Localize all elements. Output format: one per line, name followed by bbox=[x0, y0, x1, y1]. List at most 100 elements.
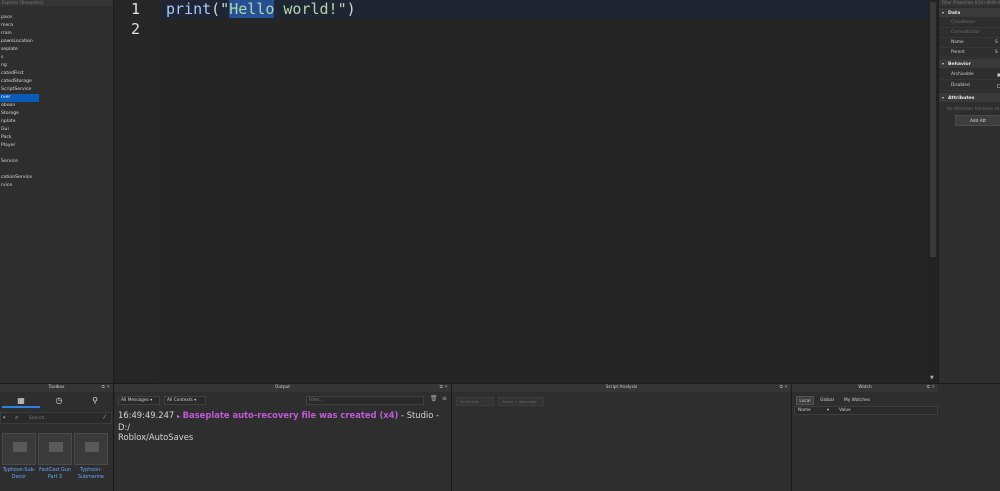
explorer-item[interactable]: rrain bbox=[0, 30, 114, 38]
explorer-item[interactable]: seplate bbox=[0, 46, 114, 54]
explorer-item[interactable]: ng bbox=[0, 62, 114, 70]
prop-value[interactable]: S bbox=[995, 48, 998, 57]
panel-window-buttons[interactable]: ⧉ ✕ bbox=[780, 384, 788, 392]
toolbox-tabs: ▦ ◷ ⚲ bbox=[0, 394, 114, 408]
script-editor[interactable]: 1 2 print("Hello world!") ▼ bbox=[114, 0, 938, 383]
explorer-item[interactable]: cationService bbox=[0, 174, 114, 182]
line-gutter: 1 2 bbox=[114, 0, 156, 383]
toolbox-item-label[interactable]: FastCast Gun Part 3 bbox=[37, 467, 73, 481]
prop-value[interactable]: S bbox=[995, 38, 998, 47]
output-filter-input[interactable]: Filter... bbox=[306, 396, 424, 405]
category-dropdown-icon[interactable]: ▾ bbox=[3, 415, 6, 421]
errors-warnings-button[interactable]: Errors + Warnings bbox=[498, 397, 544, 406]
script-analysis-titlebar: Script Analysis ⧉ ✕ bbox=[452, 384, 791, 392]
section-label: Behavior bbox=[948, 62, 971, 67]
section-behavior[interactable]: ▾ Behavior bbox=[939, 59, 1000, 68]
expand-arrow-icon[interactable]: ▸ bbox=[177, 413, 180, 420]
model-thumbnail bbox=[13, 442, 27, 452]
toolbox-search[interactable]: ▾ ⌕ Search ⁄ bbox=[0, 412, 112, 424]
explorer-item[interactable] bbox=[0, 166, 114, 174]
properties-filter[interactable]: Filter Properties (Ctrl+Shift+P) bbox=[939, 0, 1000, 6]
explorer-item[interactable]: pawnLocation bbox=[0, 38, 114, 46]
search-input[interactable]: Search bbox=[29, 416, 44, 421]
tab-local[interactable]: Local bbox=[796, 396, 814, 405]
log-message: Baseplate auto-recovery file was created… bbox=[182, 410, 399, 420]
all-scripts-button[interactable]: All Scripts bbox=[456, 397, 494, 406]
scroll-down-icon[interactable]: ▼ bbox=[930, 375, 934, 381]
explorer-item[interactable]: rver bbox=[0, 94, 39, 102]
prop-label: Disabled bbox=[951, 83, 970, 88]
section-data[interactable]: ▾ Data bbox=[939, 8, 1000, 17]
toolbox-item-label[interactable]: Typhoon-Sub-Decor bbox=[1, 467, 37, 481]
tab-my-watches[interactable]: My Watches bbox=[841, 396, 873, 405]
toolbox-item-thumb[interactable] bbox=[2, 433, 36, 465]
explorer-item[interactable]: catedStorage bbox=[0, 78, 114, 86]
explorer-header: Explorer [Baseplate] bbox=[0, 0, 113, 6]
section-attributes[interactable]: ▾ Attributes bbox=[939, 93, 1000, 102]
panel-window-buttons[interactable]: ⧉ ✕ bbox=[927, 384, 935, 392]
explorer-item[interactable]: Storage bbox=[0, 110, 114, 118]
editor-scrollbar[interactable]: ▼ bbox=[928, 0, 938, 383]
toolbox-item-thumb[interactable] bbox=[74, 433, 108, 465]
column-sort-icon[interactable]: ▾ bbox=[827, 407, 829, 415]
code-token-open: (" bbox=[211, 0, 230, 18]
explorer-item[interactable]: Gui bbox=[0, 126, 114, 134]
prop-row-currenteditor: CurrentEditor bbox=[939, 28, 1000, 38]
bottom-panels: Toolbox ⧉ ✕ ▦ ◷ ⚲ ▾ ⌕ Search ⁄ Typhoon-Su… bbox=[0, 383, 1000, 491]
model-thumbnail bbox=[49, 442, 63, 452]
toolbox-item-thumb[interactable] bbox=[38, 433, 72, 465]
log-timestamp: 16:49:49.247 bbox=[118, 410, 175, 420]
output-panel: Output ⧉ ✕ All Messages ▾ All Contexts ▾ … bbox=[114, 384, 452, 491]
prop-row-name[interactable]: Name S bbox=[939, 38, 1000, 48]
prop-label: CurrentEditor bbox=[951, 30, 980, 35]
grid-icon[interactable]: ▦ bbox=[2, 394, 40, 408]
panel-window-buttons[interactable]: ⧉ ✕ bbox=[102, 384, 110, 392]
code-token-function: print bbox=[166, 0, 212, 18]
explorer-item[interactable]: mera bbox=[0, 22, 114, 30]
explorer-item[interactable]: ScriptService bbox=[0, 86, 114, 94]
prop-row-parent[interactable]: Parent S bbox=[939, 48, 1000, 58]
explorer-item[interactable] bbox=[0, 150, 114, 158]
add-attribute-button[interactable]: Add Att bbox=[955, 115, 1000, 126]
explorer-item[interactable]: oboon bbox=[0, 102, 114, 110]
explorer-item[interactable]: catedFirst bbox=[0, 70, 114, 78]
prop-row-disabled[interactable]: Disabled bbox=[939, 81, 1000, 91]
prop-row-classname: ClassName bbox=[939, 18, 1000, 28]
contexts-filter-dropdown[interactable]: All Contexts ▾ bbox=[164, 396, 206, 405]
explorer-item[interactable]: s bbox=[0, 54, 114, 62]
filter-icon[interactable]: ⁄ bbox=[104, 414, 105, 421]
explorer-item[interactable]: rvice bbox=[0, 182, 114, 190]
explorer-item[interactable]: nplate bbox=[0, 118, 114, 126]
clock-icon[interactable]: ◷ bbox=[40, 394, 78, 408]
scrollbar-thumb[interactable] bbox=[930, 2, 936, 257]
messages-filter-dropdown[interactable]: All Messages ▾ bbox=[118, 396, 160, 405]
pin-icon[interactable]: ⚲ bbox=[76, 394, 114, 408]
prop-label: ClassName bbox=[951, 20, 975, 25]
panel-window-buttons[interactable]: ⧉ ✕ bbox=[440, 384, 448, 392]
bottom-right-area bbox=[938, 384, 1000, 491]
panel-title: Toolbox bbox=[48, 385, 65, 390]
explorer-item[interactable]: Pack bbox=[0, 134, 114, 142]
watch-titlebar: Watch ⧉ ✕ bbox=[792, 384, 938, 392]
code-token-close: ) bbox=[346, 0, 356, 18]
output-menu-icon[interactable]: ≡ bbox=[442, 395, 447, 402]
tab-global[interactable]: Global bbox=[817, 396, 837, 405]
panel-title: Output bbox=[275, 385, 290, 390]
prop-label: Archivable bbox=[951, 72, 974, 77]
prop-row-archivable[interactable]: Archivable bbox=[939, 70, 1000, 80]
dropdown-value: All Messages bbox=[121, 398, 149, 403]
column-value[interactable]: Value bbox=[839, 407, 851, 415]
search-icon: ⌕ bbox=[15, 414, 19, 421]
explorer-item[interactable]: Service bbox=[0, 158, 114, 166]
code-line-1[interactable]: print("Hello world!") bbox=[166, 0, 356, 19]
explorer-item[interactable]: Player bbox=[0, 142, 114, 150]
explorer-item[interactable]: pace bbox=[0, 14, 114, 22]
attributes-empty-note: No Attributes has been ad bbox=[947, 106, 1000, 111]
column-name[interactable]: Name bbox=[798, 407, 811, 415]
dropdown-value: All Contexts bbox=[167, 398, 193, 403]
prop-label: Parent bbox=[951, 50, 965, 55]
toolbox-item-label[interactable]: Typhoon-Submarine bbox=[73, 467, 109, 481]
properties-panel: Filter Properties (Ctrl+Shift+P) ▾ Data C… bbox=[938, 0, 1000, 383]
section-label: Data bbox=[948, 11, 961, 16]
clear-output-icon[interactable]: 🗑 bbox=[430, 395, 438, 402]
